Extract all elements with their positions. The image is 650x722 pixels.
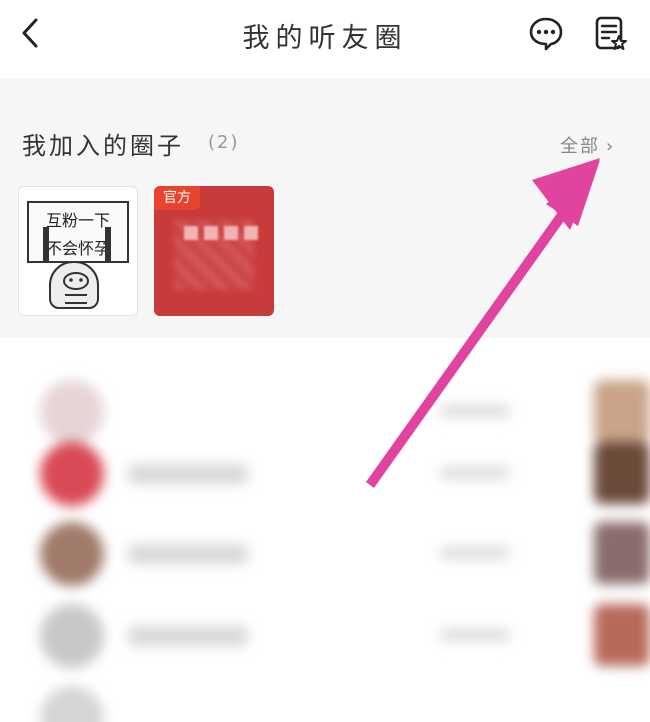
meme-arm xyxy=(105,227,111,261)
avatar xyxy=(40,380,104,444)
avatar xyxy=(40,604,104,668)
circle-count: (2) xyxy=(208,132,240,153)
meme-figure xyxy=(49,261,99,309)
avatar xyxy=(40,442,104,506)
thumbnail xyxy=(594,604,650,666)
meta-placeholder xyxy=(440,628,510,642)
name-placeholder xyxy=(128,626,248,646)
thumbnail xyxy=(594,380,650,442)
blurred-circle-list xyxy=(0,370,650,722)
circle-card[interactable]: 互粉一下 不会怀孕 xyxy=(18,186,138,316)
joined-circles-section: 我加入的圈子 (2) 全部 › 互粉一下 不会怀孕 官方 xyxy=(0,78,650,338)
avatar xyxy=(40,686,104,722)
thumbnail xyxy=(594,522,650,584)
meme-arm xyxy=(43,227,49,261)
list-item[interactable] xyxy=(0,522,650,592)
name-placeholder xyxy=(128,544,248,564)
meme-face-icon xyxy=(63,272,89,304)
pixelated-text xyxy=(244,226,258,240)
list-item[interactable] xyxy=(0,686,650,722)
view-all-link[interactable]: 全部 › xyxy=(560,132,615,158)
meta-placeholder xyxy=(440,466,510,480)
circle-card[interactable]: 官方 xyxy=(154,186,274,316)
pixelated-text xyxy=(204,226,218,240)
pixelated-text xyxy=(184,226,198,240)
chat-bubble-icon xyxy=(529,17,563,51)
name-placeholder xyxy=(128,464,248,484)
chevron-right-icon: › xyxy=(606,136,616,157)
meta-placeholder xyxy=(440,404,510,418)
pixelated-text xyxy=(224,226,238,240)
messages-button[interactable] xyxy=(528,14,564,52)
section-title: 我加入的圈子 xyxy=(22,132,184,160)
top-nav-bar: 我的听友圈 xyxy=(0,0,650,72)
avatar xyxy=(40,522,104,586)
view-all-label: 全部 xyxy=(560,136,600,157)
thumbnail xyxy=(594,442,650,504)
compose-note-button[interactable] xyxy=(592,14,628,52)
list-item[interactable] xyxy=(0,380,650,450)
note-star-icon xyxy=(595,16,627,50)
meta-placeholder xyxy=(440,546,510,560)
list-item[interactable] xyxy=(0,442,650,512)
official-badge: 官方 xyxy=(154,186,200,210)
list-item[interactable] xyxy=(0,604,650,674)
